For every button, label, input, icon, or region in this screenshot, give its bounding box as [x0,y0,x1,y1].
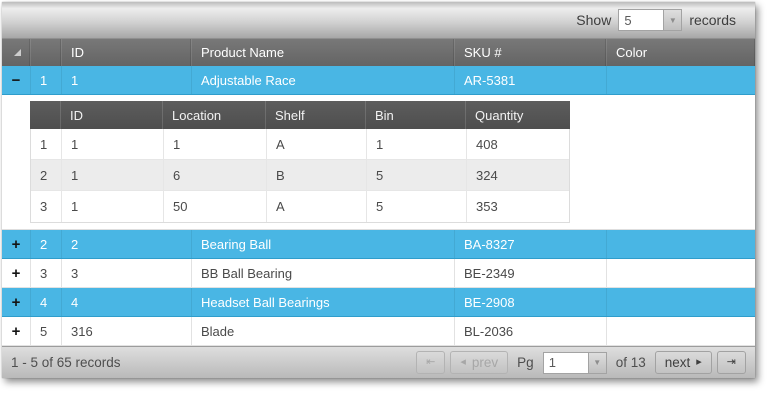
show-label: Show [576,12,611,28]
detail-table-row[interactable]: 3 1 50 A 5 353 [31,191,569,222]
pager: ⇤ ◂ prev Pg ▼ of 13 next ▸ ⇥ [416,351,746,374]
detail-location-cell: 6 [164,160,267,190]
data-grid-widget: Show ▼ records ID Product Name SKU # Col… [2,2,755,378]
id-cell: 3 [62,259,192,287]
product-name-cell: Blade [192,317,455,345]
detail-shelf-cell: B [267,160,367,190]
detail-column-header-id[interactable]: ID [61,101,163,129]
table-row[interactable]: − 1 1 Adjustable Race AR-5381 [2,66,755,95]
product-name-cell: BB Ball Bearing [192,259,455,287]
expand-row-icon[interactable]: + [12,237,21,252]
next-label: next [665,355,691,370]
detail-bin-cell: 5 [367,191,467,222]
prev-page-button[interactable]: ◂ prev [450,351,508,374]
row-number-header-cell [31,39,62,66]
row-number-cell: 2 [31,230,62,258]
corner-triangle-icon [14,49,21,56]
color-cell [607,317,755,345]
row-detail-panel: ID Location Shelf Bin Quantity 1 1 1 A 1… [2,95,755,230]
detail-column-header-location[interactable]: Location [163,101,266,129]
detail-table-row[interactable]: 1 1 1 A 1 408 [31,129,569,160]
column-header-color[interactable]: Color [607,39,755,66]
detail-shelf-cell: A [267,129,367,159]
color-cell [607,66,755,94]
detail-column-header-quantity[interactable]: Quantity [466,101,570,129]
page-number-select[interactable]: ▼ [543,352,607,374]
detail-shelf-cell: A [267,191,367,222]
product-name-cell: Adjustable Race [192,66,455,94]
page-size-input[interactable] [619,10,663,30]
grid-header-row: ID Product Name SKU # Color [2,39,755,66]
table-row[interactable]: + 4 4 Headset Ball Bearings BE-2908 [2,288,755,317]
color-cell [607,230,755,258]
id-cell: 316 [62,317,192,345]
detail-id-cell: 1 [62,129,164,159]
page-label: Pg [517,355,534,370]
detail-id-cell: 1 [62,160,164,190]
prev-arrow-icon: ◂ [460,357,466,368]
row-number-cell: 1 [31,66,62,94]
records-summary: 1 - 5 of 65 records [11,355,121,370]
grid-toolbar: Show ▼ records [2,2,755,39]
collapse-all-header-cell[interactable] [2,39,31,66]
column-header-sku[interactable]: SKU # [455,39,607,66]
product-name-cell: Headset Ball Bearings [192,288,455,316]
expand-row-icon[interactable]: + [12,324,21,339]
page-number-input[interactable] [544,353,588,373]
collapse-row-icon[interactable]: − [12,73,21,88]
expand-row-icon[interactable]: + [12,295,21,310]
column-header-product-name[interactable]: Product Name [192,39,455,66]
color-cell [607,259,755,287]
detail-bin-cell: 5 [367,160,467,190]
row-number-cell: 5 [31,317,62,345]
detail-column-header-shelf[interactable]: Shelf [266,101,366,129]
page-size-select[interactable]: ▼ [618,9,682,31]
detail-table-row[interactable]: 2 1 6 B 5 324 [31,160,569,191]
detail-row-number-header [30,101,61,129]
detail-row-number-cell: 2 [31,160,62,190]
detail-location-cell: 50 [164,191,267,222]
grid-footer: 1 - 5 of 65 records ⇤ ◂ prev Pg ▼ of 13 … [2,346,755,378]
id-cell: 4 [62,288,192,316]
first-page-button[interactable]: ⇤ [416,351,445,374]
page-count-label: of 13 [616,355,646,370]
expand-row-icon[interactable]: + [12,266,21,281]
id-cell: 2 [62,230,192,258]
sku-cell: BE-2908 [455,288,607,316]
chevron-down-icon[interactable]: ▼ [663,10,681,30]
product-name-cell: Bearing Ball [192,230,455,258]
sku-cell: BE-2349 [455,259,607,287]
detail-row-number-cell: 3 [31,191,62,222]
detail-quantity-cell: 353 [467,191,569,222]
next-page-button[interactable]: next ▸ [655,351,712,374]
detail-bin-cell: 1 [367,129,467,159]
sku-cell: BL-2036 [455,317,607,345]
detail-table: ID Location Shelf Bin Quantity 1 1 1 A 1… [30,101,570,223]
detail-quantity-cell: 324 [467,160,569,190]
next-arrow-icon: ▸ [696,357,702,368]
detail-row-number-cell: 1 [31,129,62,159]
row-number-cell: 3 [31,259,62,287]
color-cell [607,288,755,316]
detail-quantity-cell: 408 [467,129,569,159]
chevron-down-icon[interactable]: ▼ [588,353,606,373]
row-number-cell: 4 [31,288,62,316]
first-page-icon: ⇤ [426,357,435,368]
id-cell: 1 [62,66,192,94]
sku-cell: BA-8327 [455,230,607,258]
records-label: records [689,12,736,28]
detail-column-header-bin[interactable]: Bin [366,101,466,129]
table-row[interactable]: + 5 316 Blade BL-2036 [2,317,755,346]
last-page-button[interactable]: ⇥ [717,351,746,374]
detail-header-row: ID Location Shelf Bin Quantity [30,101,570,129]
sku-cell: AR-5381 [455,66,607,94]
table-row[interactable]: + 2 2 Bearing Ball BA-8327 [2,230,755,259]
detail-id-cell: 1 [62,191,164,222]
column-header-id[interactable]: ID [62,39,192,66]
table-row[interactable]: + 3 3 BB Ball Bearing BE-2349 [2,259,755,288]
detail-location-cell: 1 [164,129,267,159]
last-page-icon: ⇥ [727,357,736,368]
prev-label: prev [472,355,498,370]
